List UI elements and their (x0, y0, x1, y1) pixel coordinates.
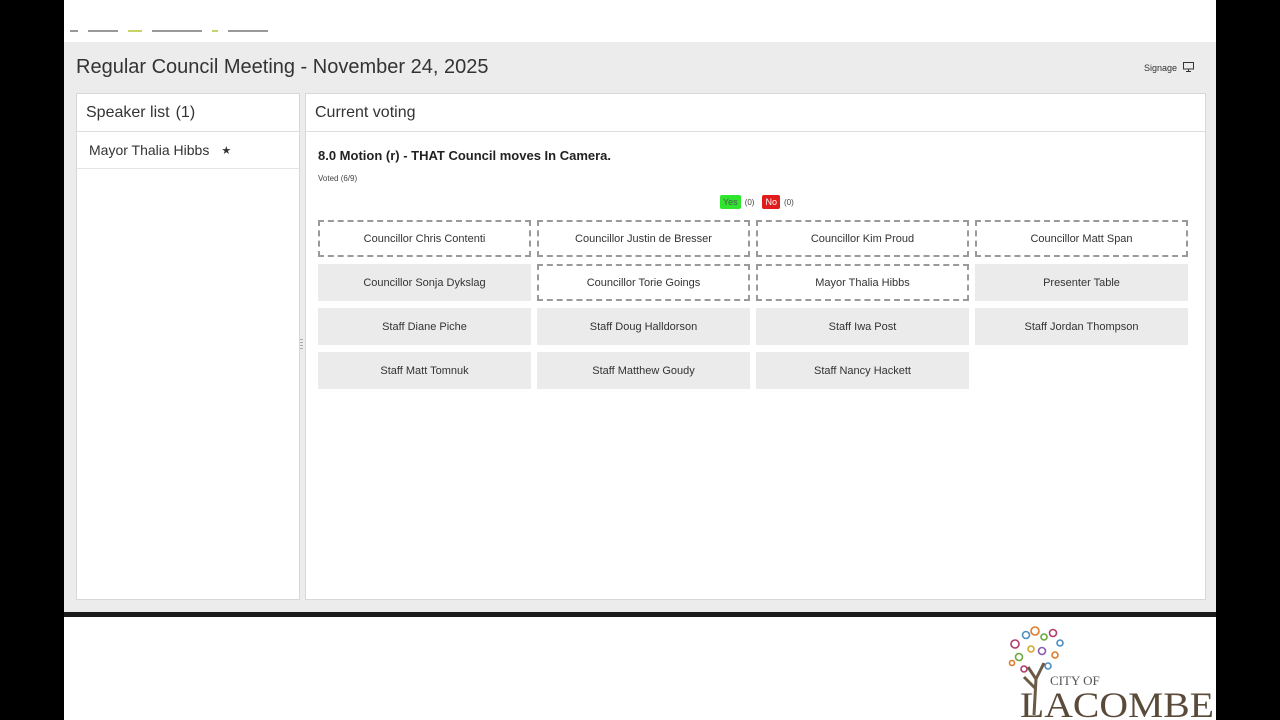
participant-card[interactable]: Presenter Table (975, 264, 1188, 301)
participant-card[interactable]: Councillor Kim Proud (756, 220, 969, 257)
participant-name: Staff Matthew Goudy (592, 364, 695, 377)
participant-name: Staff Doug Halldorson (589, 320, 698, 333)
participant-name: Staff Iwa Post (828, 320, 897, 333)
city-of-lacombe-logo: CITY OF LACOMBE (1008, 626, 1214, 720)
participant-name: Councillor Justin de Bresser (575, 232, 712, 245)
signage-button[interactable]: Signage (1144, 62, 1194, 74)
participant-card[interactable]: Staff Doug Halldorson (537, 308, 750, 345)
participant-name: Mayor Thalia Hibbs (815, 276, 910, 289)
panel-resize-handle[interactable] (300, 339, 303, 351)
broadcast-footer: CITY OF LACOMBE (64, 617, 1216, 720)
participant-card[interactable]: Staff Jordan Thompson (975, 308, 1188, 345)
yes-badge: Yes (720, 195, 741, 209)
video-frame: Regular Council Meeting - November 24, 2… (64, 0, 1216, 720)
logo-line2: LACOMBE (1020, 685, 1214, 720)
participant-grid: Councillor Chris Contenti Councillor Just… (318, 220, 1188, 389)
participant-card[interactable]: Councillor Justin de Bresser (537, 220, 750, 257)
speaker-list-header: Speaker list (1) (77, 94, 299, 132)
participant-name: Councillor Chris Contenti (363, 232, 486, 245)
motion-title: 8.0 Motion (r) - THAT Council moves In C… (318, 148, 612, 163)
participant-name: Councillor Sonja Dykslag (363, 276, 486, 289)
speaker-list-panel: Speaker list (1) Mayor Thalia Hibbs ★ (76, 93, 300, 600)
monitor-icon (1183, 62, 1194, 74)
participant-card[interactable]: Councillor Torie Goings (537, 264, 750, 301)
no-count: (0) (783, 197, 794, 207)
participant-card[interactable]: Staff Diane Piche (318, 308, 531, 345)
browser-top-strip (64, 0, 1216, 42)
participant-name: Staff Nancy Hackett (813, 364, 911, 377)
participant-name: Councillor Torie Goings (586, 276, 701, 289)
speaker-list-title: Speaker list (86, 103, 170, 121)
current-voting-header: Current voting (306, 94, 1205, 132)
participant-name: Councillor Kim Proud (810, 232, 915, 245)
participant-card[interactable]: Mayor Thalia Hibbs (756, 264, 969, 301)
participant-card[interactable]: Councillor Sonja Dykslag (318, 264, 531, 301)
current-voting-panel: Current voting 8.0 Motion (r) - THAT Cou… (305, 93, 1206, 600)
signage-label: Signage (1143, 63, 1177, 73)
participant-name: Staff Diane Piche (382, 320, 467, 333)
no-badge: No (762, 195, 780, 209)
speaker-name: Mayor Thalia Hibbs (89, 142, 210, 158)
participant-card[interactable]: Councillor Chris Contenti (318, 220, 531, 257)
participant-card[interactable]: Staff Iwa Post (756, 308, 969, 345)
vote-tally: Yes (0) No (0) (720, 195, 802, 209)
voting-app: Regular Council Meeting - November 24, 2… (64, 42, 1216, 612)
speaker-item[interactable]: Mayor Thalia Hibbs ★ (77, 132, 299, 169)
cropped-toolbar (70, 30, 268, 33)
participant-card[interactable]: Staff Matt Tomnuk (318, 352, 531, 389)
participant-card[interactable]: Councillor Matt Span (975, 220, 1188, 257)
page-title: Regular Council Meeting - November 24, 2… (76, 56, 489, 78)
voted-status: Voted (6/9) (318, 174, 358, 183)
yes-count: (0) (744, 197, 755, 207)
participant-card[interactable]: Staff Matthew Goudy (537, 352, 750, 389)
participant-card[interactable]: Staff Nancy Hackett (756, 352, 969, 389)
current-voting-title: Current voting (315, 103, 416, 121)
participant-name: Staff Matt Tomnuk (380, 364, 469, 377)
participant-name: Councillor Matt Span (1030, 232, 1133, 245)
star-icon: ★ (221, 144, 232, 157)
participant-name: Staff Jordan Thompson (1024, 320, 1139, 333)
speaker-count: (1) (175, 103, 196, 121)
participant-name: Presenter Table (1043, 276, 1120, 289)
